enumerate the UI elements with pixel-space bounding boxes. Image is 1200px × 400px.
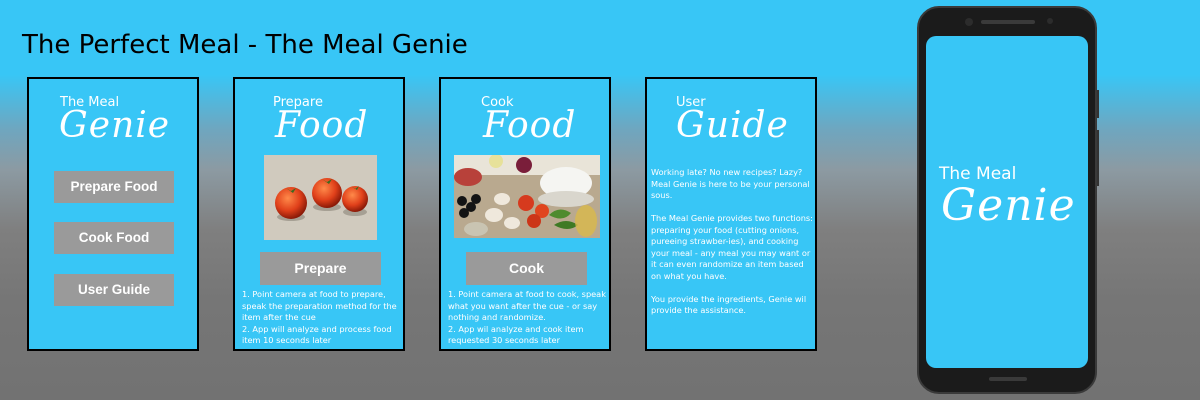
prepare-instructions: 1. Point camera at food to prepare, spea… [242,289,397,345]
phone-camera-icon [965,18,973,26]
guide-paragraph: The Meal Genie provides two functions: p… [651,213,813,281]
guide-big-title: Guide [676,105,789,146]
prepare-big-title: Food [275,105,369,146]
phone-sensor-icon [1047,18,1053,24]
home-big-title: Genie [59,105,171,146]
phone-speaker [981,20,1035,24]
phone-screen: The Meal Genie [926,36,1088,368]
tomatoes-photo [264,155,377,240]
prepare-screen-mockup: Prepare Food Prepare 1. Point camera at … [233,77,405,351]
cook-button[interactable]: Cook [466,252,587,285]
prepare-button[interactable]: Prepare [260,252,381,285]
guide-screen-mockup: User Guide Working late? No new recipes?… [645,77,817,351]
guide-paragraph: Working late? No new recipes? Lazy? Meal… [651,167,810,200]
cook-big-title: Food [483,105,577,146]
guide-text: Working late? No new recipes? Lazy? Meal… [651,167,815,328]
prepare-food-button[interactable]: Prepare Food [54,171,174,203]
page-title: The Perfect Meal - The Meal Genie [22,30,468,60]
home-screen-mockup: The Meal Genie Prepare Food Cook Food Us… [27,77,199,351]
guide-paragraph: You provide the ingredients, Genie wil p… [651,293,807,316]
phone-mockup: The Meal Genie [917,6,1097,394]
phone-big-title: Genie [941,180,1076,231]
cook-screen-mockup: Cook Food Cook 1. Point camera at food t… [439,77,611,351]
user-guide-button[interactable]: User Guide [54,274,174,306]
phone-chin [989,377,1027,381]
cook-instructions: 1. Point camera at food to cook, speak w… [448,289,606,345]
ingredients-photo [454,155,600,238]
cook-food-button[interactable]: Cook Food [54,222,174,254]
